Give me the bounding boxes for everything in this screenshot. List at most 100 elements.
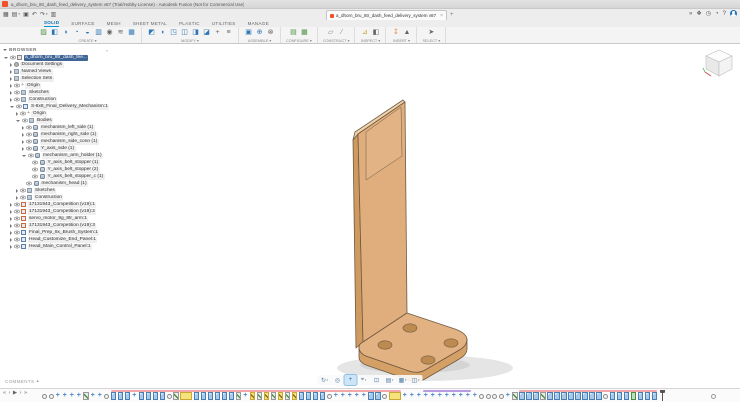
job-status-icon[interactable]: ◷ (706, 11, 711, 17)
timeline-feature-comp[interactable] (533, 392, 539, 400)
visibility-eye-icon[interactable] (14, 244, 20, 249)
browser-row[interactable]: Final_Prep_8x_Brush_System:1 (2, 229, 112, 236)
browser-row[interactable]: Construction (2, 96, 112, 103)
visibility-eye-icon[interactable] (14, 237, 20, 242)
visibility-eye-icon[interactable] (20, 111, 26, 116)
timeline-feature-comp[interactable] (146, 392, 152, 400)
timeline-feature-comp[interactable] (575, 392, 581, 400)
document-tab[interactable]: a_dhorn_bru_8tr_dash_feed_delivery_syste… (326, 10, 447, 20)
browser-item-label[interactable]: Head_Customize_End_Panel:1 (28, 237, 98, 243)
disclosure-collapsed-icon[interactable] (22, 140, 24, 144)
browser-row[interactable]: 17131943_Competition (v19):3 (2, 222, 112, 229)
construction-axis-icon[interactable]: ∕ (337, 28, 346, 37)
browser-item-label[interactable]: S-8x8_Final_Delivery_Mechanism:1 (30, 104, 110, 110)
browser-item-label[interactable]: Head_Main_Control_Panel:1 (28, 244, 93, 250)
timeline-feature-comp[interactable] (111, 392, 117, 400)
timeline-feature-joint[interactable]: + (423, 392, 429, 400)
split-body-icon[interactable]: ◪ (202, 28, 211, 37)
fillet-icon[interactable]: ◖ (158, 28, 167, 37)
browser-item-label[interactable]: Final_Prep_8x_Brush_System:1 (28, 230, 100, 236)
timeline-feature-sketch[interactable] (285, 392, 291, 400)
timeline-feature-sketch[interactable] (512, 392, 518, 400)
visibility-eye-icon[interactable] (22, 118, 28, 123)
timeline-feature-comp[interactable] (526, 392, 532, 400)
save-icon[interactable]: ▣ (23, 12, 29, 18)
visibility-eye-icon[interactable] (26, 125, 32, 130)
browser-item-label[interactable]: Sketches (34, 188, 57, 194)
timeline-feature-comp[interactable] (306, 392, 312, 400)
browser-row[interactable]: mechanism_arm_holder (1) (2, 152, 112, 159)
visibility-eye-icon[interactable] (32, 174, 38, 179)
ribbon-group-label[interactable]: ASSEMBLE ▾ (244, 37, 275, 44)
browser-row[interactable]: +Origin (2, 110, 112, 117)
timeline-feature-comp[interactable] (313, 392, 319, 400)
mounting-hole[interactable] (403, 324, 417, 332)
timeline-feature-comp[interactable] (229, 392, 235, 400)
ribbon-group-label[interactable]: INSERT ▾ (391, 37, 411, 44)
browser-item-label[interactable]: Named Views (20, 69, 53, 75)
browser-item-label[interactable]: mechanism_left_side (1) (40, 125, 95, 131)
timeline-feature-joint[interactable]: + (340, 392, 346, 400)
browser-row[interactable]: Bodies (2, 117, 112, 124)
as-built-joint-icon[interactable]: ⊗ (266, 28, 275, 37)
browser-row[interactable]: mechanism_side_conn (1) (2, 138, 112, 145)
rib-icon[interactable]: ▥ (94, 28, 103, 37)
zoom-icon[interactable]: ⌖▾ (358, 375, 370, 385)
timeline-feature-joint[interactable]: + (55, 392, 61, 400)
timeline-feature-comp[interactable] (194, 392, 200, 400)
browser-item-label[interactable]: mechanism_head (1) (40, 181, 88, 187)
timeline-feature-joint[interactable]: + (505, 392, 511, 400)
browser-row[interactable]: Head_Customize_End_Panel:1 (2, 236, 112, 243)
browser-row[interactable]: mechanism_head (1) (2, 180, 112, 187)
disclosure-collapsed-icon[interactable] (16, 189, 18, 193)
timeline-feature-joint[interactable]: + (402, 392, 408, 400)
timeline-feature-circle[interactable] (603, 394, 608, 399)
disclosure-collapsed-icon[interactable] (16, 196, 18, 200)
browser-item-label[interactable]: Y_axis_belt_stopper (1) (46, 160, 100, 166)
visibility-eye-icon[interactable] (16, 104, 22, 109)
disclosure-collapsed-icon[interactable] (10, 217, 12, 221)
visibility-eye-icon[interactable] (14, 90, 20, 95)
tab-solid[interactable]: SOLID (44, 20, 59, 27)
timeline-feature-joint[interactable]: + (69, 392, 75, 400)
timeline-feature-comp[interactable] (589, 392, 595, 400)
timeline-feature-comp[interactable] (222, 392, 228, 400)
visibility-eye-icon[interactable] (26, 181, 32, 186)
timeline-feature-comp[interactable] (582, 392, 588, 400)
timeline-feature-joint[interactable]: + (90, 392, 96, 400)
configuration-table-icon[interactable]: ▦ (300, 28, 309, 37)
browser-row[interactable]: mechanism_right_side (1) (2, 131, 112, 138)
timeline-feature-joint[interactable]: + (409, 392, 415, 400)
browser-row[interactable]: Selection Sets (2, 75, 112, 82)
browser-item-label[interactable]: Sketches (28, 90, 51, 96)
browser-item-label[interactable]: Construction (34, 195, 64, 201)
visibility-eye-icon[interactable] (14, 209, 20, 214)
hole-icon[interactable]: ◉ (105, 28, 114, 37)
timeline-feature-comp[interactable] (554, 392, 560, 400)
visibility-eye-icon[interactable] (26, 146, 32, 151)
measure-icon[interactable]: ⊿ (360, 28, 369, 37)
visibility-eye-icon[interactable] (28, 153, 34, 158)
new-tab-button[interactable]: + (450, 12, 454, 18)
browser-row[interactable]: Sketches (2, 187, 112, 194)
browser-item-label[interactable]: 17131943_Competition (v19):2 (28, 209, 97, 215)
timeline-feature-comp[interactable] (160, 392, 166, 400)
timeline-options-icon[interactable] (711, 394, 716, 399)
timeline-feature-comp[interactable] (125, 392, 131, 400)
profile-avatar[interactable] (730, 10, 737, 17)
timeline-feature-joint[interactable]: + (76, 392, 82, 400)
timeline-feature-circle[interactable] (499, 394, 504, 399)
timeline-feature-sketch[interactable] (83, 392, 89, 400)
visibility-eye-icon[interactable] (32, 167, 38, 172)
timeline-feature-comp[interactable] (610, 392, 616, 400)
browser-item-label[interactable]: servo_motor_9g_8tr_arm:1 (28, 216, 89, 222)
timeline-feature-sketch[interactable] (173, 392, 179, 400)
browser-item-label[interactable]: Origin (31, 111, 47, 117)
timeline-feature-circle[interactable] (104, 394, 109, 399)
timeline-feature-sketch-highlighted[interactable] (292, 392, 298, 400)
look-at-icon[interactable]: ◎ (332, 375, 344, 385)
disclosure-collapsed-icon[interactable] (10, 63, 12, 67)
disclosure-collapsed-icon[interactable] (16, 112, 18, 116)
timeline-feature-group-highlighted[interactable] (180, 392, 192, 400)
timeline-feature-joint[interactable]: + (416, 392, 422, 400)
